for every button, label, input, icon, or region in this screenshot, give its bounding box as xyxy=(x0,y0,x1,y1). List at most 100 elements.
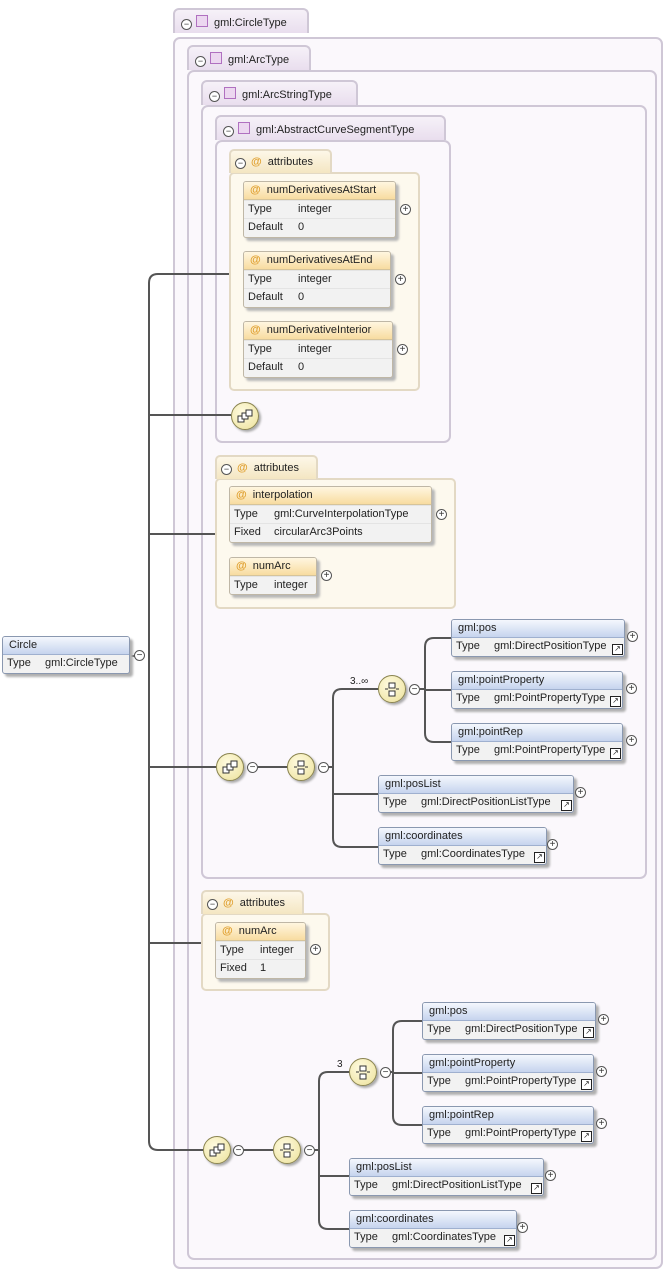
attributes-label: attributes xyxy=(253,462,299,474)
element-gml-coordinates[interactable]: gml:coordinates Type gml:CoordinatesType … xyxy=(349,1210,517,1248)
attribute-numderivativesatstart[interactable]: @ numDerivativesAtStart Type integer Defau… xyxy=(243,181,396,238)
link-icon[interactable]: ↗ xyxy=(583,1027,594,1038)
attribute-numderivativeinterior[interactable]: @ numDerivativeInterior Type integer Defau… xyxy=(243,321,393,378)
attribute-type-row: Type integer xyxy=(244,200,395,218)
sequence-compositor-icon[interactable] xyxy=(203,1136,231,1164)
link-icon[interactable]: ↗ xyxy=(581,1131,592,1142)
type-label: Type xyxy=(248,203,272,215)
link-icon[interactable]: ↗ xyxy=(504,1235,515,1246)
attribute-icon: @ xyxy=(223,897,234,909)
link-icon[interactable]: ↗ xyxy=(561,800,572,811)
attributes-label: attributes xyxy=(267,156,313,168)
type-label: Type xyxy=(220,944,244,956)
link-icon[interactable]: ↗ xyxy=(610,748,621,759)
element-gml-poslist[interactable]: gml:posList Type gml:DirectPositionListTy… xyxy=(378,775,574,813)
element-gml-pos[interactable]: gml:pos Type gml:DirectPositionType ↗ xyxy=(451,619,625,657)
expand-icon[interactable]: + xyxy=(547,839,558,850)
attribute-name: @ numArc xyxy=(216,923,305,941)
choice-compositor-icon[interactable] xyxy=(378,675,406,703)
type-label: Type xyxy=(456,640,480,652)
link-icon[interactable]: ↗ xyxy=(534,852,545,863)
expand-icon[interactable]: + xyxy=(436,509,447,520)
root-element-circle[interactable]: Circle Type gml:CircleType xyxy=(2,636,130,674)
link-icon[interactable]: ↗ xyxy=(581,1079,592,1090)
element-gml-pos[interactable]: gml:pos Type gml:DirectPositionType ↗ xyxy=(422,1002,596,1040)
default-label: Default xyxy=(248,291,283,303)
type-label: Type xyxy=(354,1231,378,1243)
element-name: gml:pointRep xyxy=(423,1107,593,1125)
expand-icon[interactable]: + xyxy=(545,1170,556,1181)
link-icon[interactable]: ↗ xyxy=(531,1183,542,1194)
attribute-numarc[interactable]: @ numArc Type integer xyxy=(229,557,317,595)
element-type-row: Type gml:DirectPositionListType xyxy=(379,794,573,812)
fixed-value: 1 xyxy=(260,962,267,974)
attribute-interpolation[interactable]: @ interpolation Type gml:CurveInterpolatio… xyxy=(229,486,432,543)
attribute-default-row: Default 0 xyxy=(244,358,392,376)
element-type-row: Type gml:PointPropertyType xyxy=(423,1073,593,1091)
expand-icon[interactable]: + xyxy=(310,944,321,955)
choice-compositor-icon[interactable] xyxy=(273,1136,301,1164)
element-gml-coordinates[interactable]: gml:coordinates Type gml:CoordinatesType … xyxy=(378,827,547,865)
sequence-compositor-icon[interactable] xyxy=(216,753,244,781)
attribute-name-text: numArc xyxy=(252,560,291,572)
type-value: gml:CurveInterpolationType xyxy=(274,508,409,520)
default-value: 0 xyxy=(298,361,305,373)
attributes-label: attributes xyxy=(239,897,285,909)
expand-icon[interactable]: + xyxy=(517,1222,528,1233)
type-value: gml:PointPropertyType xyxy=(494,692,606,704)
link-icon[interactable]: ↗ xyxy=(612,644,623,655)
type-label: Type xyxy=(234,579,258,591)
expand-icon[interactable]: + xyxy=(596,1066,607,1077)
expand-icon[interactable]: + xyxy=(575,787,586,798)
element-gml-pointproperty[interactable]: gml:pointProperty Type gml:PointPropertyT… xyxy=(422,1054,594,1092)
expand-icon[interactable]: + xyxy=(626,735,637,746)
expand-icon[interactable]: + xyxy=(321,570,332,581)
fixed-label: Fixed xyxy=(234,526,261,538)
element-name: gml:pointProperty xyxy=(452,672,622,690)
collapse-icon[interactable]: − xyxy=(233,1145,244,1156)
expand-icon[interactable]: + xyxy=(395,274,406,285)
attribute-name: @ numDerivativesAtEnd xyxy=(244,252,390,270)
element-gml-pointrep[interactable]: gml:pointRep Type gml:PointPropertyType ↗ xyxy=(451,723,623,761)
collapse-icon[interactable]: − xyxy=(409,684,420,695)
expand-icon[interactable]: + xyxy=(627,631,638,642)
element-gml-pointrep[interactable]: gml:pointRep Type gml:PointPropertyType ↗ xyxy=(422,1106,594,1144)
expand-icon[interactable]: + xyxy=(598,1014,609,1025)
collapse-icon[interactable]: − xyxy=(247,762,258,773)
collapse-icon[interactable]: − xyxy=(304,1145,315,1156)
collapse-icon[interactable]: − xyxy=(235,158,246,169)
element-gml-pointproperty[interactable]: gml:pointProperty Type gml:PointPropertyT… xyxy=(451,671,623,709)
element-name: gml:pos xyxy=(423,1003,595,1021)
element-type-row: Type gml:PointPropertyType xyxy=(452,742,622,760)
element-gml-poslist[interactable]: gml:posList Type gml:DirectPositionListTy… xyxy=(349,1158,544,1196)
element-type-row: Type gml:DirectPositionListType xyxy=(350,1177,543,1195)
attribute-icon: @ xyxy=(251,156,262,168)
attribute-type-row: Type gml:CurveInterpolationType xyxy=(230,505,431,523)
attribute-name-text: numDerivativesAtStart xyxy=(266,184,377,196)
choice-compositor-icon[interactable] xyxy=(349,1058,377,1086)
element-type-row: Type gml:CoordinatesType xyxy=(379,846,546,864)
type-value: integer xyxy=(260,944,294,956)
sequence-compositor-icon[interactable] xyxy=(231,402,259,430)
attribute-name-text: numArc xyxy=(238,925,277,937)
fixed-label: Fixed xyxy=(220,962,247,974)
type-label: Type xyxy=(248,343,272,355)
link-icon[interactable]: ↗ xyxy=(610,696,621,707)
arc-attributes-header[interactable]: − @ attributes xyxy=(201,890,304,914)
element-type-row: Type gml:CoordinatesType xyxy=(350,1229,516,1247)
collapse-icon[interactable]: − xyxy=(221,464,232,475)
arcstring-attributes-header[interactable]: − @ attributes xyxy=(215,455,318,479)
expand-icon[interactable]: + xyxy=(397,344,408,355)
attribute-numarc[interactable]: @ numArc Type integer Fixed 1 xyxy=(215,922,306,979)
collapse-icon[interactable]: − xyxy=(207,899,218,910)
collapse-icon[interactable]: − xyxy=(318,762,329,773)
element-type-row: Type gml:DirectPositionType xyxy=(452,638,624,656)
expand-icon[interactable]: + xyxy=(400,204,411,215)
expand-icon[interactable]: + xyxy=(626,683,637,694)
expand-icon[interactable]: + xyxy=(596,1118,607,1129)
collapse-icon[interactable]: − xyxy=(134,650,145,661)
attribute-numderivativesatend[interactable]: @ numDerivativesAtEnd Type integer Default… xyxy=(243,251,391,308)
collapse-icon[interactable]: − xyxy=(380,1067,391,1078)
abstract-attributes-header[interactable]: − @ attributes xyxy=(229,149,332,173)
choice-compositor-icon[interactable] xyxy=(287,753,315,781)
